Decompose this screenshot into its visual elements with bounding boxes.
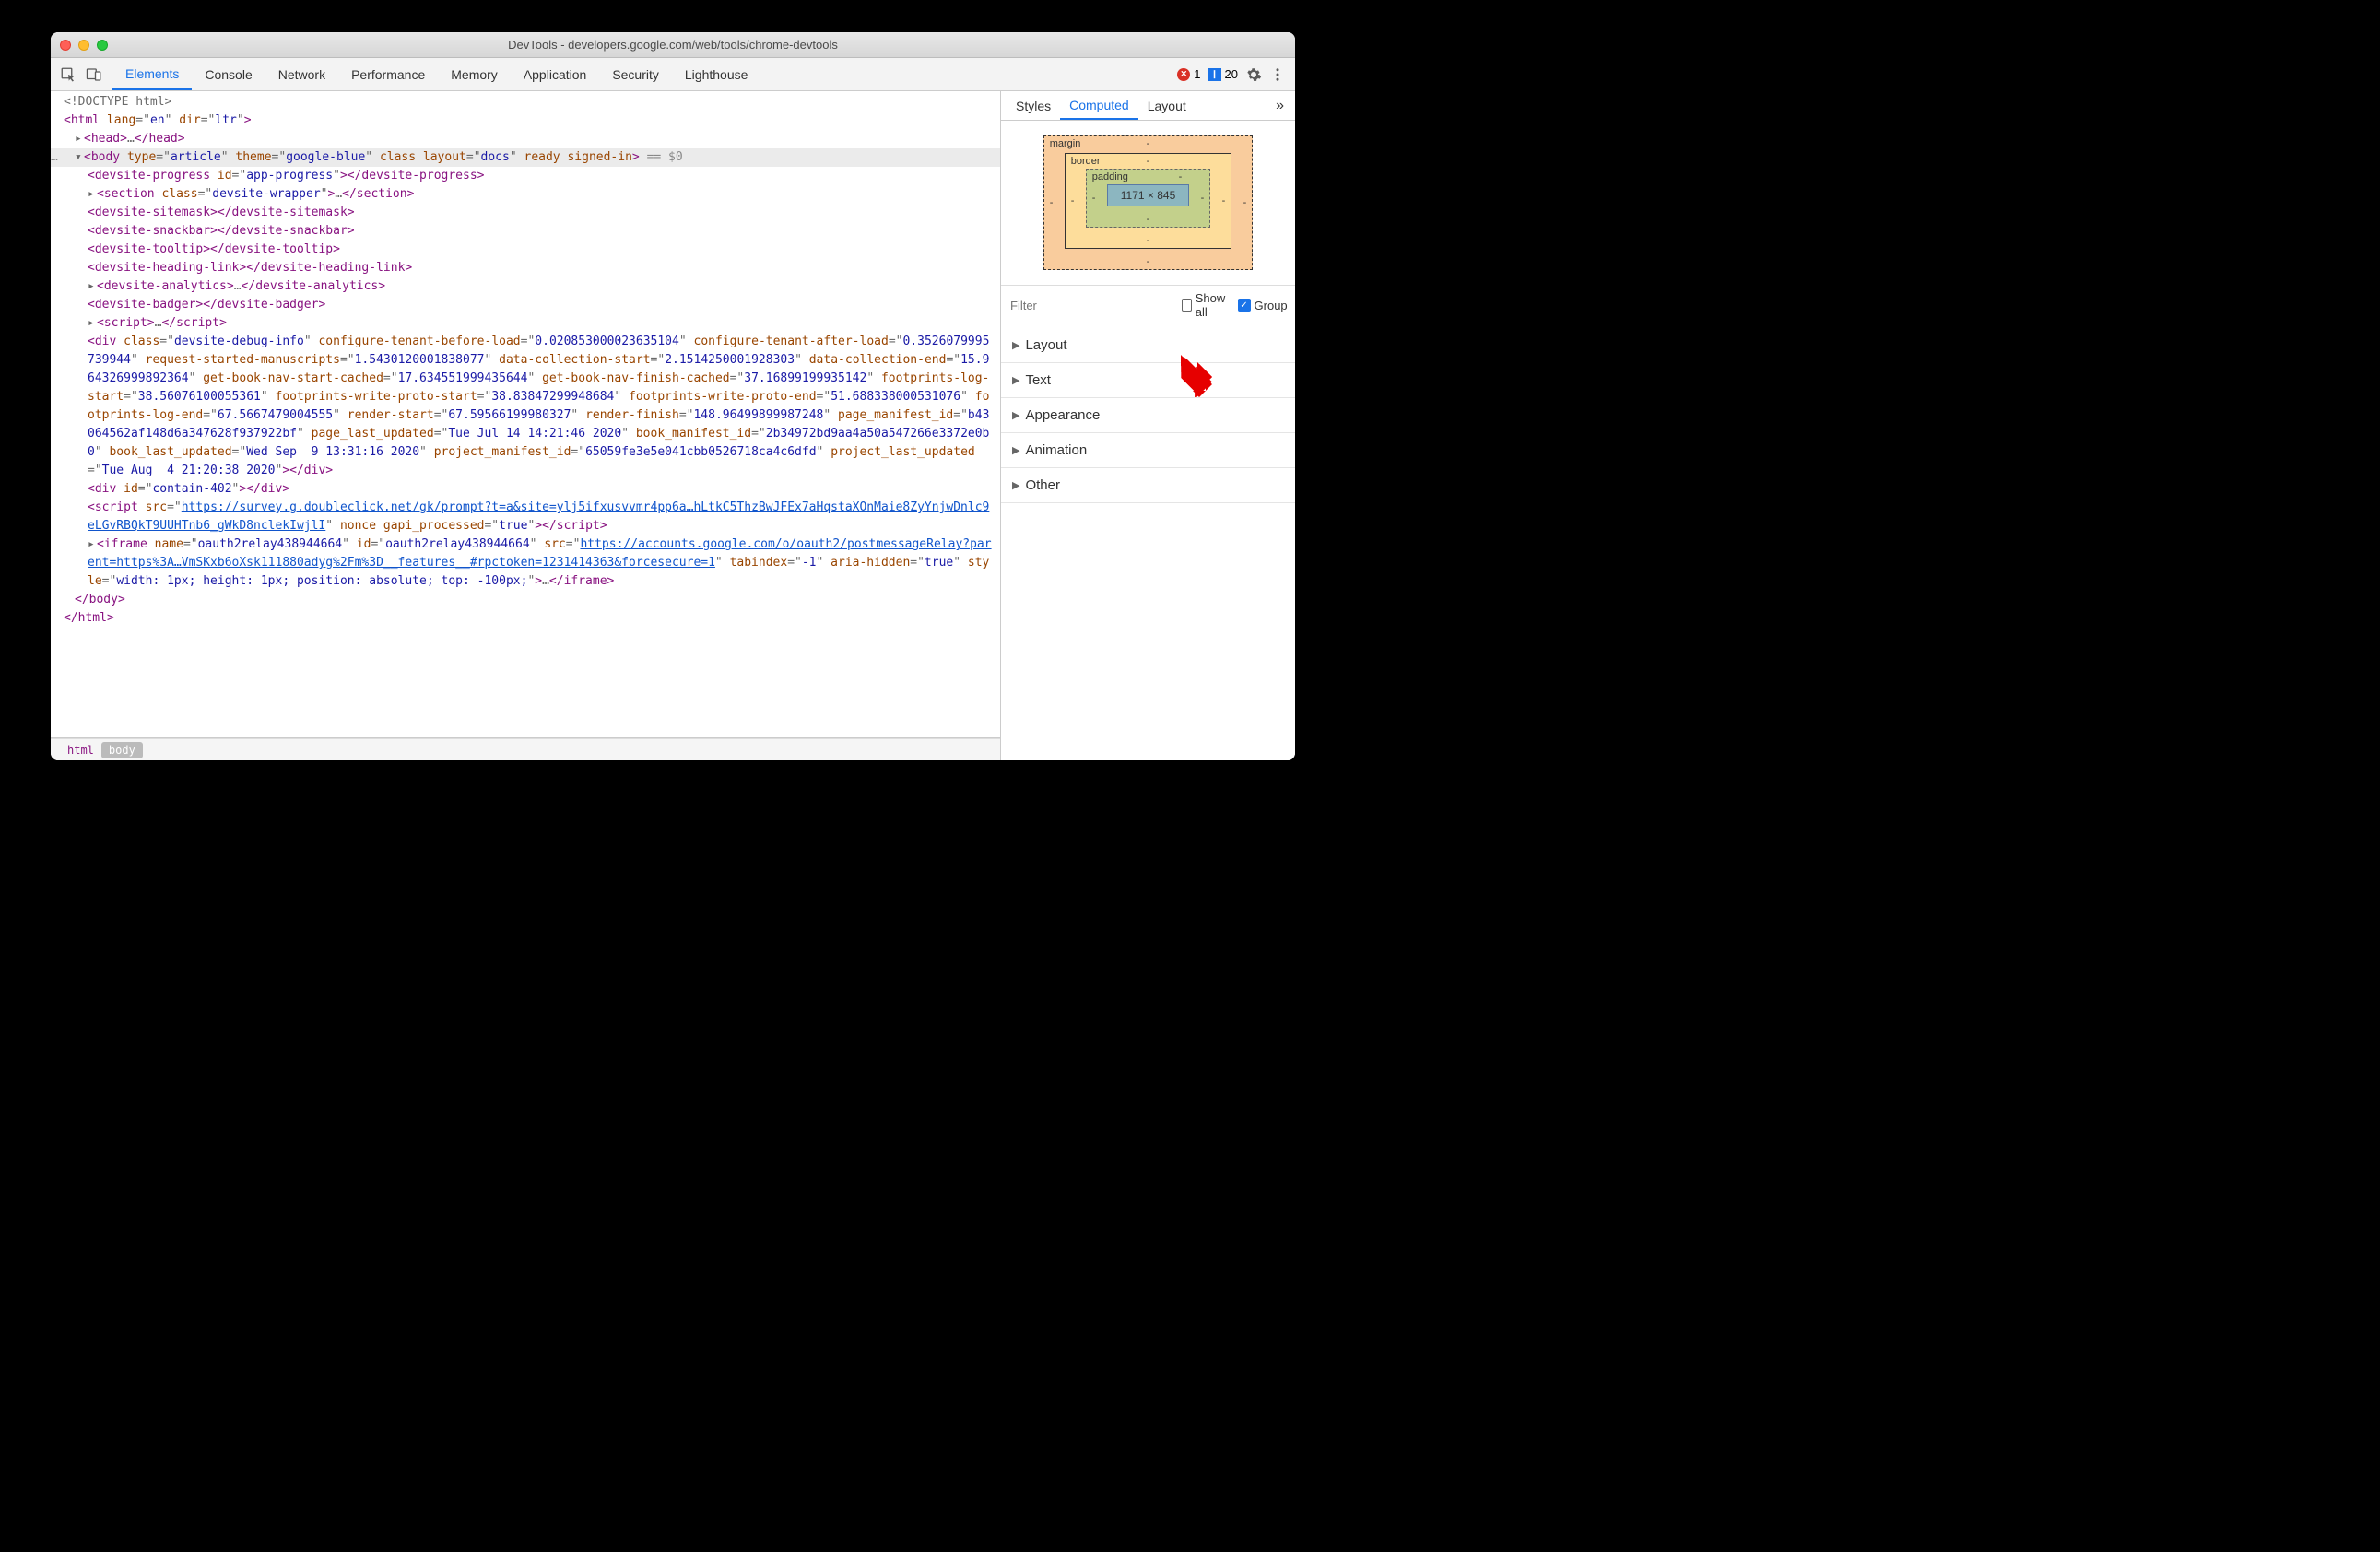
group-label: Group	[1255, 299, 1288, 312]
sidebar-tab-styles[interactable]: Styles	[1007, 91, 1060, 120]
selected-body-node[interactable]: ▾<body type="article" theme="google-blue…	[51, 148, 1000, 167]
show-all-toggle[interactable]: Show all	[1182, 291, 1229, 319]
error-icon: ✕	[1177, 68, 1190, 81]
property-groups: ▶Layout ▶Text ▶Appearance ▶Animation ▶Ot…	[1001, 324, 1295, 507]
chevron-right-icon: ▶	[1012, 374, 1019, 386]
group-animation[interactable]: ▶Animation	[1001, 433, 1295, 468]
group-text[interactable]: ▶Text	[1001, 363, 1295, 398]
expand-arrow-icon[interactable]: ▾	[75, 148, 84, 167]
expand-arrow-icon[interactable]: ▸	[88, 185, 97, 204]
group-other[interactable]: ▶Other	[1001, 468, 1295, 503]
group-appearance[interactable]: ▶Appearance	[1001, 398, 1295, 433]
breadcrumb-item[interactable]: body	[101, 742, 143, 758]
tab-console[interactable]: Console	[192, 58, 265, 90]
titlebar: DevTools - developers.google.com/web/too…	[51, 32, 1295, 58]
filter-input[interactable]	[1010, 299, 1172, 312]
doctype-node: <!DOCTYPE html>	[64, 95, 171, 109]
breadcrumbs: html body	[51, 738, 1000, 760]
sidebar-tab-computed[interactable]: Computed	[1060, 91, 1138, 120]
debug-info-div[interactable]: <div class="devsite-debug-info" configur…	[51, 333, 1000, 480]
annotation-arrow-icon	[1172, 351, 1216, 395]
chevron-right-icon: ▶	[1012, 339, 1019, 351]
error-count[interactable]: ✕ 1	[1177, 67, 1200, 81]
expand-arrow-icon[interactable]: ▸	[88, 314, 97, 333]
expand-arrow-icon[interactable]: ▸	[88, 277, 97, 296]
tab-security[interactable]: Security	[599, 58, 672, 90]
expand-arrow-icon[interactable]: ▸	[75, 130, 84, 148]
device-toolbar-icon[interactable]	[86, 66, 102, 83]
window-title: DevTools - developers.google.com/web/too…	[51, 38, 1295, 52]
tab-application[interactable]: Application	[511, 58, 600, 90]
sidebar: Styles Computed Layout » margin ---- bor…	[1000, 91, 1295, 760]
tab-memory[interactable]: Memory	[438, 58, 511, 90]
chevron-right-icon: ▶	[1012, 444, 1019, 456]
tab-network[interactable]: Network	[265, 58, 338, 90]
settings-gear-icon[interactable]	[1245, 66, 1262, 83]
message-count-value: 20	[1225, 67, 1238, 81]
breadcrumb-item[interactable]: html	[60, 742, 101, 758]
border-label: border	[1071, 156, 1101, 167]
filter-row: Show all Group	[1001, 285, 1295, 324]
sidebar-tabs-more-icon[interactable]: »	[1270, 98, 1290, 114]
body-row: <!DOCTYPE html> <html lang="en" dir="ltr…	[51, 91, 1295, 760]
error-count-value: 1	[1194, 67, 1200, 81]
message-icon: ❙	[1208, 68, 1221, 81]
panel-tabs: Elements Console Network Performance Mem…	[112, 58, 760, 90]
sidebar-tabs: Styles Computed Layout »	[1001, 91, 1295, 121]
sidebar-tab-layout[interactable]: Layout	[1138, 91, 1196, 120]
tab-elements[interactable]: Elements	[112, 58, 192, 90]
padding-label: padding	[1092, 171, 1128, 182]
checkbox-icon	[1238, 299, 1251, 312]
group-layout[interactable]: ▶Layout	[1001, 328, 1295, 363]
margin-label: margin	[1050, 138, 1081, 149]
expand-arrow-icon[interactable]: ▸	[88, 535, 97, 554]
more-options-icon[interactable]	[1269, 66, 1286, 83]
checkbox-icon	[1182, 299, 1192, 312]
show-all-label: Show all	[1196, 291, 1229, 319]
chevron-right-icon: ▶	[1012, 409, 1019, 421]
elements-tree[interactable]: <!DOCTYPE html> <html lang="en" dir="ltr…	[51, 91, 1000, 738]
group-toggle[interactable]: Group	[1238, 299, 1288, 312]
tab-lighthouse[interactable]: Lighthouse	[672, 58, 761, 90]
inspect-element-icon[interactable]	[60, 66, 77, 83]
chevron-right-icon: ▶	[1012, 479, 1019, 491]
tab-performance[interactable]: Performance	[338, 58, 438, 90]
message-count[interactable]: ❙ 20	[1208, 67, 1238, 81]
content-size: 1171 × 845	[1107, 184, 1190, 206]
box-model-diagram[interactable]: margin ---- border ---- padding ---- 117…	[1001, 121, 1295, 285]
devtools-window: DevTools - developers.google.com/web/too…	[51, 32, 1295, 760]
main-toolbar: Elements Console Network Performance Mem…	[51, 58, 1295, 91]
